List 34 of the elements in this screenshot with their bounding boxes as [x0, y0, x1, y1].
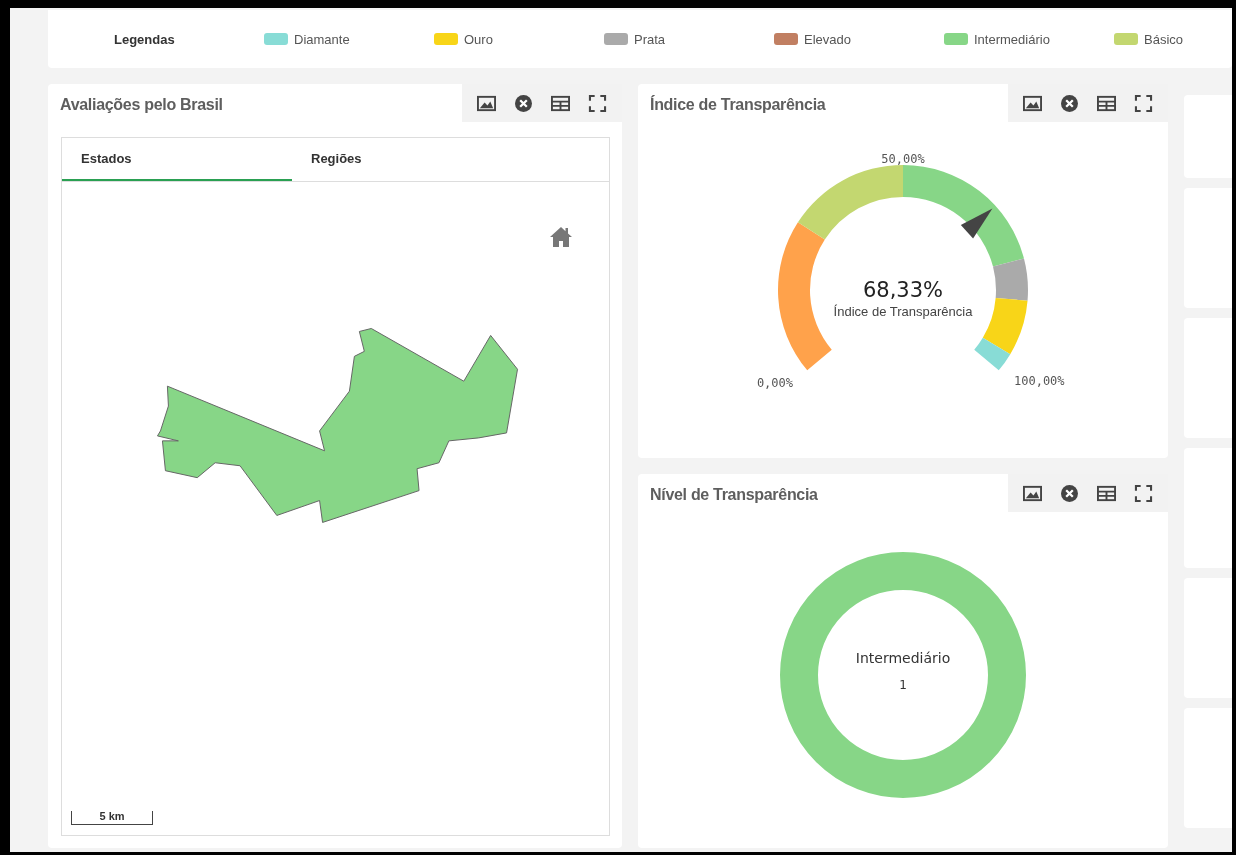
- tick-label: 100,00%: [1014, 374, 1065, 388]
- close-icon[interactable]: [1060, 94, 1079, 112]
- image-icon[interactable]: [1023, 484, 1042, 502]
- table-icon[interactable]: [1097, 94, 1116, 112]
- legend-label: Elevado: [804, 31, 851, 47]
- gauge-needle: [960, 208, 993, 239]
- legend-label: Ouro: [464, 31, 493, 47]
- legend-label: Intermediário: [974, 31, 1050, 47]
- legend-label: Básico: [1144, 31, 1184, 47]
- tab[interactable]: Regiões: [292, 138, 522, 181]
- donut-label: Intermediário: [855, 650, 951, 666]
- panel-title: Nível de Transparência: [649, 485, 818, 504]
- tab[interactable]: Estados: [62, 138, 292, 181]
- gauge-value: 68,33%: [862, 278, 944, 302]
- panel-title: Avaliações pelo Brasil: [59, 95, 223, 114]
- legend-title: Legendas: [114, 31, 176, 47]
- image-icon[interactable]: [477, 94, 496, 112]
- tick-label: 50,00%: [881, 152, 925, 166]
- donut-count: 1: [899, 678, 907, 692]
- legend-label: Prata: [634, 31, 666, 47]
- close-icon[interactable]: [1060, 484, 1079, 502]
- table-icon[interactable]: [1097, 484, 1116, 502]
- gauge-label: Índice de Transparência: [833, 304, 973, 319]
- legend-label: Diamante: [294, 31, 350, 47]
- home-icon[interactable]: [549, 226, 573, 248]
- fullscreen-icon[interactable]: [1134, 94, 1153, 112]
- scale-bar: 5 km: [71, 811, 153, 825]
- image-icon[interactable]: [1023, 94, 1042, 112]
- fullscreen-icon[interactable]: [1134, 484, 1153, 502]
- fullscreen-icon[interactable]: [588, 94, 607, 112]
- table-icon[interactable]: [551, 94, 570, 112]
- tick-label: 0,00%: [756, 376, 793, 390]
- close-icon[interactable]: [514, 94, 533, 112]
- panel-title: Índice de Transparência: [649, 94, 826, 114]
